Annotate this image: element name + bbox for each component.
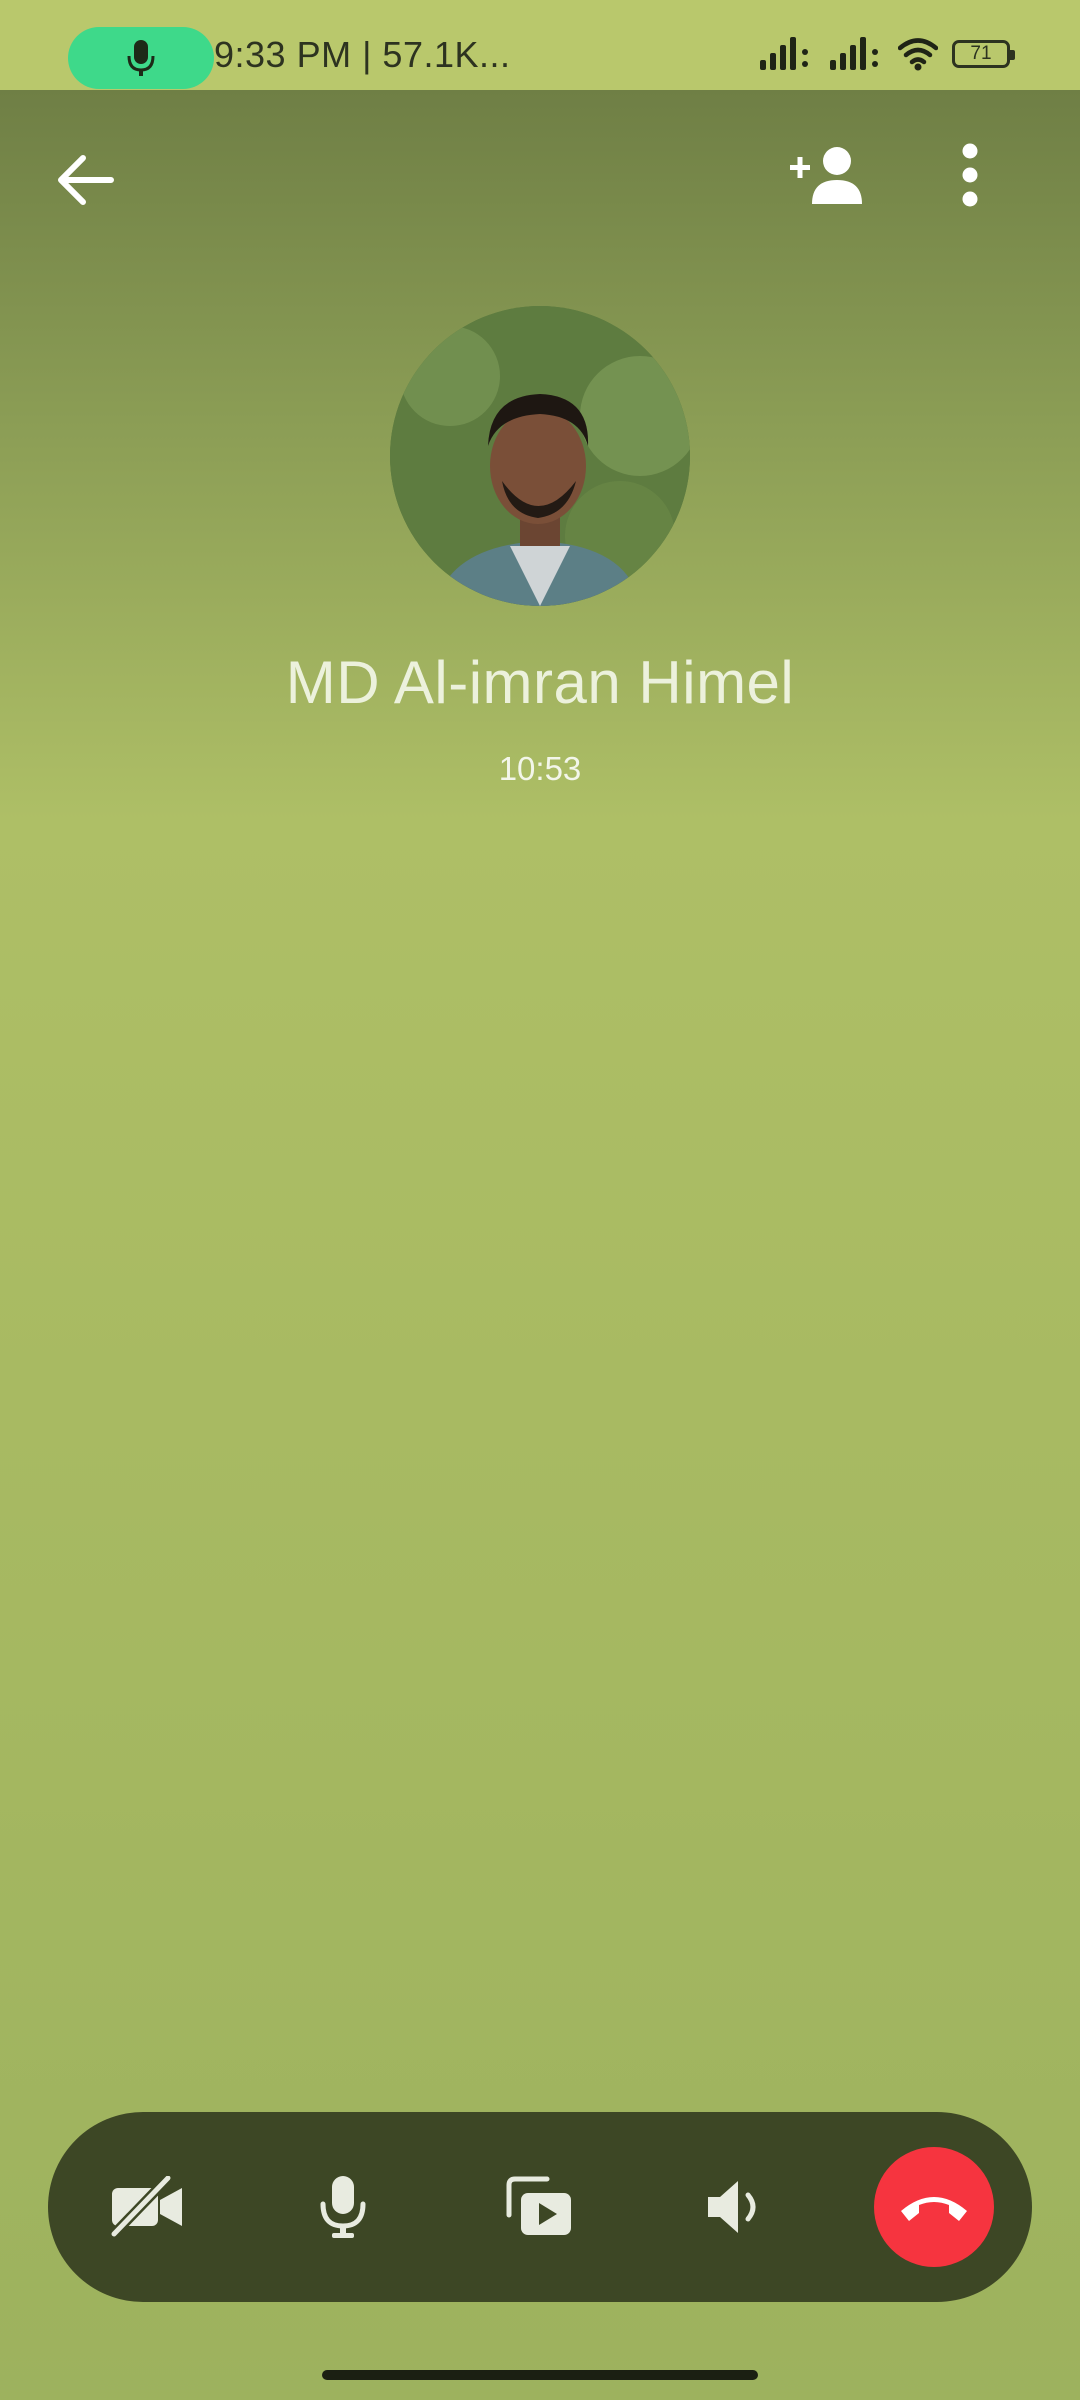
video-off-icon xyxy=(110,2176,182,2238)
mic-icon xyxy=(320,2176,366,2238)
call-duration: 10:53 xyxy=(498,750,582,787)
caller-avatar xyxy=(390,306,690,606)
mic-in-use-indicator[interactable] xyxy=(68,27,214,89)
speaker-icon xyxy=(708,2181,756,2233)
more-vertical-icon xyxy=(962,143,978,207)
battery-level: 71 xyxy=(970,43,992,64)
end-call-icon xyxy=(901,2197,967,2221)
add-participant-button[interactable] xyxy=(780,130,876,220)
home-indicator[interactable] xyxy=(322,2370,758,2380)
mic-icon xyxy=(127,40,155,76)
back-button[interactable] xyxy=(40,135,130,225)
toggle-mute-button[interactable] xyxy=(283,2147,403,2267)
battery-icon: 71 xyxy=(952,40,1015,68)
caller-name: MD Al-imran Himel xyxy=(285,649,795,716)
more-options-button[interactable] xyxy=(930,130,1010,220)
screen-share-icon xyxy=(506,2176,571,2235)
status-time-network: 9:33 PM | 57.1K... xyxy=(214,34,511,75)
end-call-button[interactable] xyxy=(874,2147,994,2267)
signal-icon xyxy=(830,37,878,70)
add-person-icon xyxy=(790,147,862,204)
avatar-photo xyxy=(390,306,690,606)
share-screen-button[interactable] xyxy=(480,2147,600,2267)
status-icons: 71 xyxy=(758,36,1015,72)
back-arrow-icon xyxy=(58,155,114,205)
status-bar: 9:33 PM | 57.1K... 71 xyxy=(0,0,1080,90)
signal-icon xyxy=(760,37,808,70)
toggle-video-button[interactable] xyxy=(87,2147,207,2267)
wifi-icon xyxy=(898,38,938,71)
toggle-speaker-button[interactable] xyxy=(676,2147,796,2267)
